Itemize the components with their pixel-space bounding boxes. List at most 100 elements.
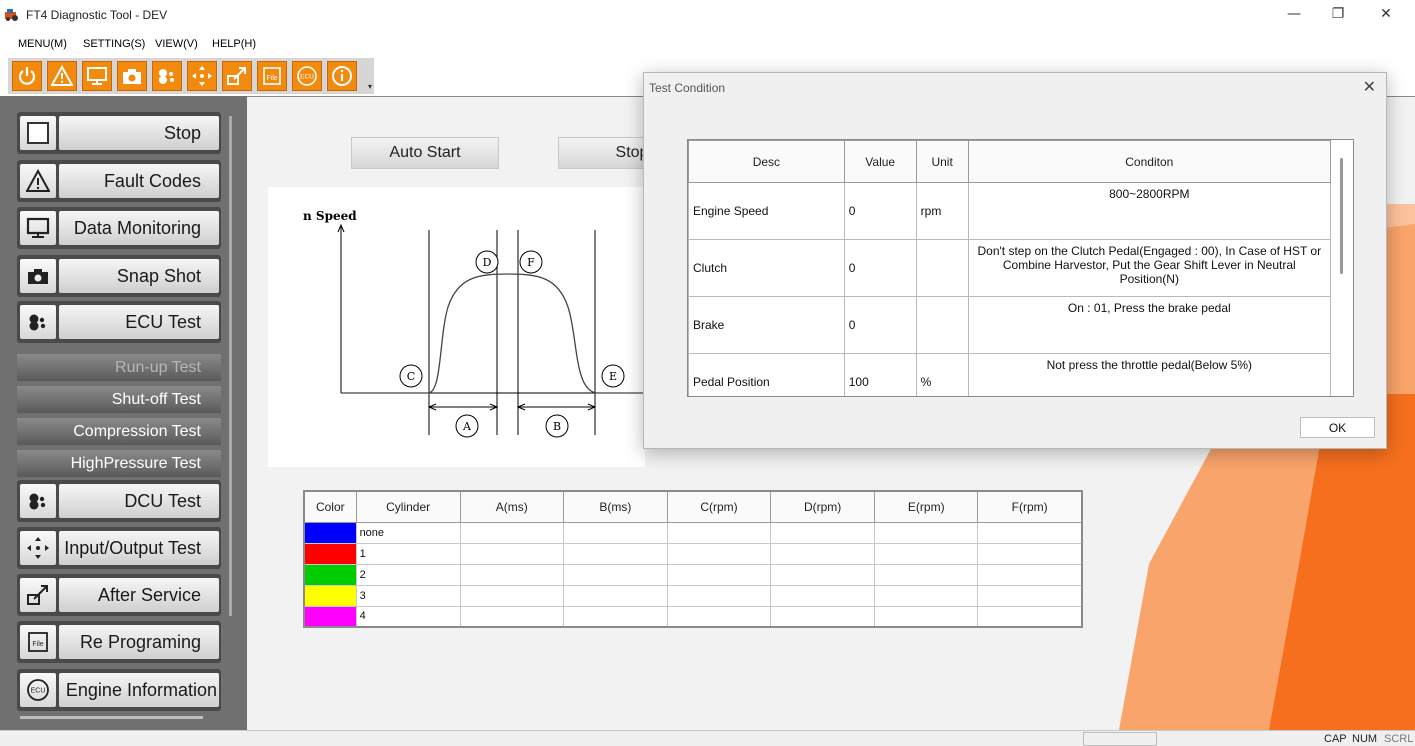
table-cell [666,584,772,607]
table-row[interactable]: Engine Speed 0 rpm 800~2800RPM [688,182,1332,240]
column-header: B(ms) [562,490,668,523]
menu-view[interactable]: VIEW(V) [155,38,198,50]
app-logo-icon [5,9,18,21]
num-lock-indicator: NUM [1352,733,1378,745]
snap-shot-toolbar-button[interactable] [117,61,147,91]
table-cell [977,542,1083,565]
column-header: Value [843,140,917,183]
desc-cell: Brake [688,296,845,354]
close-window-button[interactable]: ✕ [1366,4,1406,24]
sidebar-item-engine-information[interactable]: ECU Engine Information [17,669,221,711]
monitor-icon [20,211,56,245]
sidebar-subitem-run-up-test: Run-up Test [17,354,221,381]
fault-codes-toolbar-button[interactable] [47,61,77,91]
sidebar-subitem-highpressure-test[interactable]: HighPressure Test [17,450,221,477]
table-cell [874,605,979,628]
table-cell [770,521,876,544]
power-button[interactable] [12,61,42,91]
table-cell [770,584,876,607]
condition-cell: 800~2800RPM [967,182,1332,240]
table-row[interactable]: 2 [303,563,1083,586]
ecu-icon: ECU [297,66,317,86]
toolbar-overflow-icon[interactable]: ▾ [368,82,372,91]
table-cell [874,563,979,586]
table-row[interactable]: Clutch 0 Don't step on the Clutch Pedal(… [688,239,1332,297]
minimize-button[interactable]: — [1274,4,1314,24]
color-swatch [303,605,357,628]
stop-icon [20,116,56,150]
table-cell [977,605,1083,628]
table-row[interactable]: Brake 0 On : 01, Press the brake pedal [688,296,1332,354]
maximize-button[interactable]: ❐ [1318,4,1358,24]
speed-curve-diagram: n Speed A B C D E F [303,209,645,438]
info-toolbar-button[interactable] [327,61,357,91]
column-header: C(rpm) [666,490,772,523]
table-row[interactable]: Pedal Position 100 % Not press the throt… [688,353,1332,396]
value-cell: 0 [843,296,917,354]
sidebar-item-fault-codes[interactable]: Fault Codes [17,160,221,202]
sidebar-subitem-compression-test[interactable]: Compression Test [17,418,221,445]
table-header-row: Color Cylinder A(ms) B(ms) C(rpm) D(rpm)… [303,490,1083,523]
dialog-title: Test Condition [649,81,726,95]
svg-text:E: E [609,370,617,383]
value-cell: 0 [843,182,917,240]
sidebar-item-ecu-test[interactable]: ECU Test [17,301,221,343]
table-cell [770,605,876,628]
status-pane [1083,732,1157,746]
sidebar-item-stop[interactable]: Stop [17,112,221,154]
table-row[interactable]: 3 [303,584,1083,607]
scroll-lock-indicator: SCRL [1384,733,1414,745]
sidebar-scrollbar[interactable] [229,116,232,616]
data-monitoring-toolbar-button[interactable] [82,61,112,91]
svg-text:File: File [266,75,277,82]
sidebar-item-data-monitoring[interactable]: Data Monitoring [17,207,221,249]
input-output-toolbar-button[interactable] [187,61,217,91]
table-cell [874,521,979,544]
ecu-test-toolbar-button[interactable] [152,61,182,91]
after-service-toolbar-button[interactable] [222,61,252,91]
sidebar-item-input-output-test[interactable]: Input/Output Test [17,527,221,569]
svg-text:F: F [527,256,535,269]
condition-cell: Not press the throttle pedal(Below 5%) [967,353,1332,396]
status-bar: CAP NUM SCRL [0,730,1415,746]
sidebar-item-label: Input/Output Test [59,531,219,565]
table-cell [562,521,668,544]
sidebar-item-re-programing[interactable]: File Re Programing [17,621,221,663]
desc-cell: Pedal Position [688,353,845,396]
input-output-icon [20,531,56,565]
table-row[interactable]: 1 [303,542,1083,565]
svg-text:D: D [483,256,492,269]
unit-cell: % [915,353,969,396]
cylinder-cell: 2 [355,563,461,586]
table-cell [770,542,876,565]
warning-icon [20,164,56,198]
point-label-b: B [545,414,569,438]
menu-menu[interactable]: MENU(M) [18,38,67,50]
ok-button[interactable]: OK [1300,417,1375,438]
dialog-grid-scrollbar[interactable] [1340,158,1343,274]
auto-start-button[interactable]: Auto Start [351,137,499,169]
test-condition-grid[interactable]: Desc Value Unit Conditon Engine Speed 0 … [687,139,1354,397]
sidebar-horizontal-scrollbar[interactable] [20,716,203,719]
table-row[interactable]: 4 [303,605,1083,628]
sidebar-item-dcu-test[interactable]: DCU Test [17,480,221,522]
dialog-close-button[interactable]: ✕ [1363,77,1376,96]
menu-setting[interactable]: SETTING(S) [83,38,145,50]
point-label-a: A [455,414,479,438]
dcu-test-icon [20,484,56,518]
menu-help[interactable]: HELP(H) [212,38,256,50]
engine-info-toolbar-button[interactable]: ECU [292,61,322,91]
info-icon [332,66,352,86]
sidebar-item-snap-shot[interactable]: Snap Shot [17,255,221,297]
sidebar-subitem-shut-off-test[interactable]: Shut-off Test [17,386,221,413]
table-cell [666,605,772,628]
sidebar-item-after-service[interactable]: After Service [17,574,221,616]
speed-graph: n Speed A B C D E F [268,187,645,467]
table-row[interactable]: none [303,521,1083,544]
color-swatch [303,563,357,586]
unit-cell: rpm [915,182,969,240]
re-programing-toolbar-button[interactable]: File [257,61,287,91]
point-label-f: F [519,250,543,274]
svg-text:File: File [32,641,43,648]
results-table: Color Cylinder A(ms) B(ms) C(rpm) D(rpm)… [303,490,1083,628]
